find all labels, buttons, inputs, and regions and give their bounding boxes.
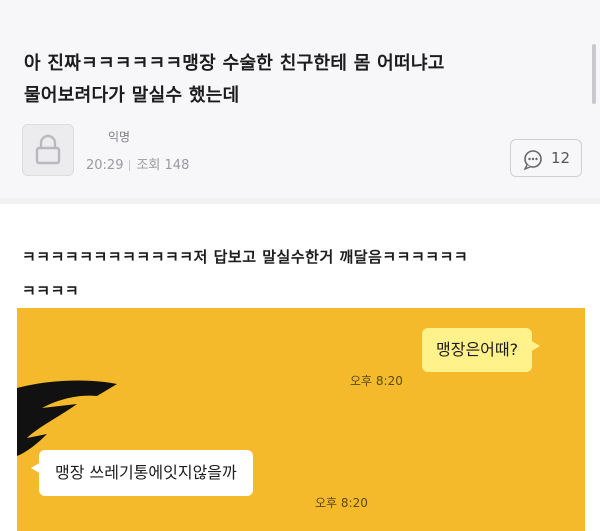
scrollbar[interactable] <box>592 44 596 104</box>
post-time: 20:29 <box>86 158 124 173</box>
post-meta: 20:29 조회 148 <box>86 154 189 173</box>
chat-screenshot: 맹장은어때? 오후 8:20 맹장 쓰레기통에잇지않을까 오후 8:20 <box>17 308 585 531</box>
author-name: 익명 <box>108 130 131 144</box>
post-header: 아 진짜ㅋㅋㅋㅋㅋㅋ맹장 수술한 친구한테 몸 어떠냐고 물어보려다가 말실수 … <box>0 0 600 198</box>
comment-button[interactable]: 12 <box>510 139 582 177</box>
avatar <box>22 124 74 176</box>
post-body-line-2: ㅋㅋㅋㅋ <box>22 282 80 300</box>
friend-message-time: 오후 8:20 <box>315 496 368 510</box>
post-title-line-1: 아 진짜ㅋㅋㅋㅋㅋㅋ맹장 수술한 친구한테 몸 어떠냐고 <box>24 53 445 74</box>
post-title: 아 진짜ㅋㅋㅋㅋㅋㅋ맹장 수술한 친구한테 몸 어떠냐고 물어보려다가 말실수 … <box>24 48 574 112</box>
comment-count: 12 <box>551 149 571 167</box>
post-title-line-2: 물어보려다가 말실수 했는데 <box>24 85 240 106</box>
meta-divider <box>129 160 131 171</box>
post-body: ㅋㅋㅋㅋㅋㅋㅋㅋㅋㅋㅋㅋ저 답보고 말실수한거 깨달음ㅋㅋㅋㅋㅋㅋ ㅋㅋㅋㅋ 맹… <box>0 204 600 531</box>
post-body-text: ㅋㅋㅋㅋㅋㅋㅋㅋㅋㅋㅋㅋ저 답보고 말실수한거 깨달음ㅋㅋㅋㅋㅋㅋ ㅋㅋㅋㅋ <box>22 240 582 308</box>
my-message-bubble: 맹장은어때? <box>422 328 541 372</box>
friend-message-bubble: 맹장 쓰레기통에잇지않을까 <box>31 450 253 496</box>
my-message-time: 오후 8:20 <box>350 374 403 388</box>
post-body-line-1: ㅋㅋㅋㅋㅋㅋㅋㅋㅋㅋㅋㅋ저 답보고 말실수한거 깨달음ㅋㅋㅋㅋㅋㅋ <box>22 248 469 266</box>
censor-scribble <box>17 380 117 456</box>
view-count: 조회 148 <box>136 158 190 173</box>
